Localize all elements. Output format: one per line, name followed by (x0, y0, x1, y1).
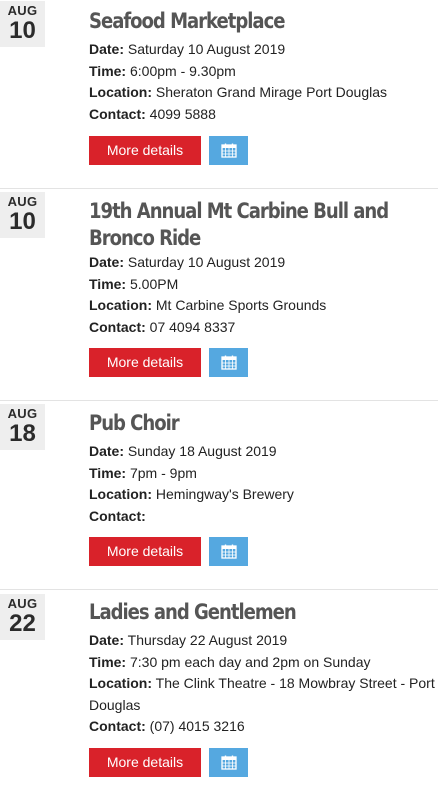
time-value: 7:30 pm each day and 2pm on Sunday (129, 653, 371, 670)
contact-label: Contact: (89, 718, 146, 734)
location-value: Hemingway's Brewery (155, 486, 294, 502)
date-value: Sunday 18 August 2019 (127, 443, 277, 459)
divider (0, 188, 438, 189)
location-label: Location: (89, 486, 152, 502)
time-label: Time: (89, 653, 127, 670)
more-details-button[interactable]: More details (89, 136, 201, 165)
event-details: Date: Sunday 18 August 2019 Time: 7pm - … (89, 441, 439, 527)
time-row: Time: 6:00pm - 9.30pm (89, 61, 439, 83)
date-label: Date: (89, 254, 125, 270)
date-row: Date: Sunday 18 August 2019 (89, 441, 439, 463)
event-item: AUG 10 Seafood Marketplace Date: Saturda… (0, 0, 442, 188)
more-details-button[interactable]: More details (89, 537, 201, 566)
time-row: Time: 7:30 pm each day and 2pm on Sunday (89, 652, 439, 674)
contact-row: Contact: (07) 4015 3216 (89, 716, 439, 738)
date-day: 18 (9, 420, 36, 447)
location-row: Location: Sheraton Grand Mirage Port Dou… (89, 82, 439, 104)
location-label: Location: (89, 297, 152, 313)
event-details: Date: Thursday 22 August 2019 Time: 7:30… (89, 630, 439, 738)
date-row: Date: Saturday 10 August 2019 (89, 252, 439, 274)
date-label: Date: (89, 443, 125, 459)
date-label: Date: (89, 41, 125, 57)
time-label: Time: (89, 275, 127, 292)
event-item: AUG 22 Ladies and Gentlemen Date: Thursd… (0, 589, 442, 798)
add-to-calendar-button[interactable] (209, 748, 248, 777)
event-title[interactable]: Pub Choir (89, 410, 386, 437)
date-month: AUG (7, 194, 38, 209)
date-day: 22 (9, 610, 36, 637)
date-value: Saturday 10 August 2019 (127, 41, 286, 57)
more-details-button[interactable]: More details (89, 748, 201, 777)
location-label: Location: (89, 675, 152, 691)
date-day: 10 (9, 208, 36, 235)
date-value: Thursday 22 August 2019 (127, 632, 288, 648)
event-details: Date: Saturday 10 August 2019 Time: 6:00… (89, 39, 439, 125)
date-badge: AUG 18 (0, 404, 45, 450)
event-title[interactable]: 19th Annual Mt Carbine Bull and Bronco R… (89, 198, 433, 252)
date-month: AUG (7, 596, 38, 611)
date-day: 10 (9, 17, 36, 44)
location-label: Location: (89, 84, 152, 100)
event-title[interactable]: Seafood Marketplace (89, 8, 386, 35)
date-label: Date: (89, 632, 125, 648)
time-value: 6:00pm - 9.30pm (129, 62, 236, 79)
event-item: AUG 18 Pub Choir Date: Sunday 18 August … (0, 400, 442, 590)
contact-value: 07 4094 8337 (149, 318, 236, 335)
time-row: Time: 5.00PM (89, 274, 439, 296)
contact-label: Contact: (89, 318, 146, 335)
location-value: Sheraton Grand Mirage Port Douglas (155, 84, 388, 100)
location-row: Location: Hemingway's Brewery (89, 484, 439, 506)
date-row: Date: Saturday 10 August 2019 (89, 39, 439, 61)
add-to-calendar-button[interactable] (209, 136, 248, 165)
time-label: Time: (89, 464, 127, 481)
date-month: AUG (7, 406, 38, 421)
contact-label: Contact: (89, 507, 146, 524)
date-badge: AUG 10 (0, 192, 45, 238)
time-value: 5.00PM (129, 275, 179, 292)
event-title[interactable]: Ladies and Gentlemen (89, 599, 386, 626)
divider (0, 589, 438, 590)
add-to-calendar-button[interactable] (209, 348, 248, 377)
event-item: AUG 10 19th Annual Mt Carbine Bull and B… (0, 188, 442, 388)
date-badge: AUG 22 (0, 594, 45, 640)
date-badge: AUG 10 (0, 1, 45, 47)
add-to-calendar-button[interactable] (209, 537, 248, 566)
calendar-icon (220, 544, 237, 559)
location-value: Mt Carbine Sports Grounds (155, 297, 327, 313)
event-details: Date: Saturday 10 August 2019 Time: 5.00… (89, 252, 439, 338)
divider (0, 400, 438, 401)
time-row: Time: 7pm - 9pm (89, 463, 439, 485)
time-value: 7pm - 9pm (129, 464, 197, 481)
contact-row: Contact: (89, 506, 439, 528)
calendar-icon (220, 355, 237, 370)
contact-value: (07) 4015 3216 (149, 718, 245, 734)
contact-value: 4099 5888 (149, 105, 216, 122)
location-row: Location: Mt Carbine Sports Grounds (89, 295, 439, 317)
contact-label: Contact: (89, 105, 146, 122)
calendar-icon (220, 143, 237, 158)
contact-row: Contact: 07 4094 8337 (89, 317, 439, 339)
date-row: Date: Thursday 22 August 2019 (89, 630, 439, 652)
date-value: Saturday 10 August 2019 (127, 254, 286, 270)
contact-row: Contact: 4099 5888 (89, 104, 439, 126)
date-month: AUG (7, 3, 38, 18)
location-row: Location: The Clink Theatre - 18 Mowbray… (89, 673, 439, 716)
calendar-icon (220, 755, 237, 770)
more-details-button[interactable]: More details (89, 348, 201, 377)
time-label: Time: (89, 62, 127, 79)
